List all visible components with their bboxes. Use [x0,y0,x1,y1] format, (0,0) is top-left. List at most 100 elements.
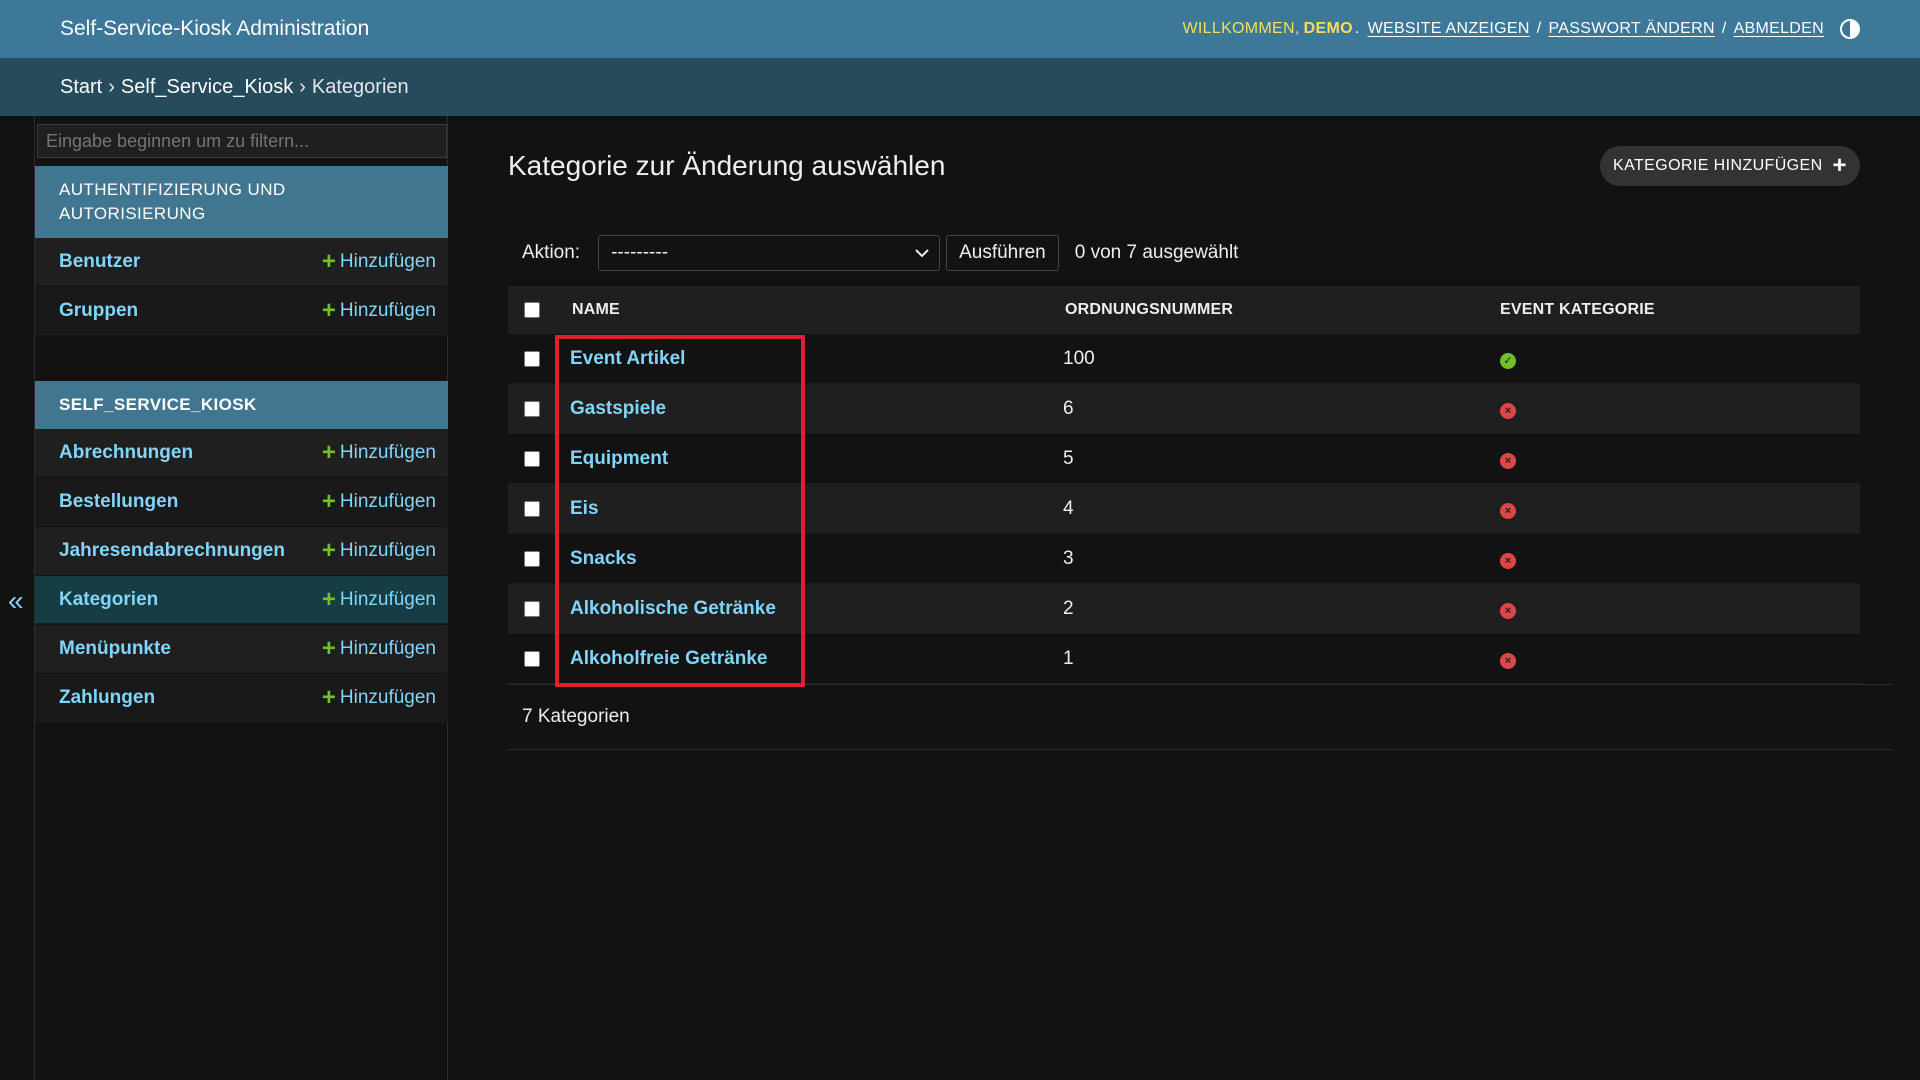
event-cell: ✓ [1500,348,1860,370]
column-header-event[interactable]: EVENT KATEGORIE [1500,301,1860,319]
breadcrumb-home[interactable]: Start [60,76,102,99]
row-checkbox[interactable] [524,400,540,417]
separator: / [1721,20,1727,37]
order-cell: 6 [1063,397,1500,420]
plus-icon: + [321,536,336,564]
sidebar-item-label[interactable]: Gruppen [59,300,138,322]
row-checkbox[interactable] [524,650,540,667]
x-circle-icon: × [1500,403,1516,419]
action-select-value: --------- [611,242,669,263]
run-action-button[interactable]: Ausführen [946,235,1059,271]
result-count: 7 Kategorien [522,706,630,727]
column-header-name[interactable]: NAME [572,301,1065,319]
row-checkbox[interactable] [524,600,540,617]
sidebar-item-label[interactable]: Bestellungen [59,491,178,513]
select-all-checkbox[interactable] [524,302,540,318]
plus-icon: + [321,438,336,466]
table-header: NAME ORDNUNGSNUMMER EVENT KATEGORIE [508,286,1860,334]
add-link-label: Hinzufügen [339,441,436,463]
sidebar-item-label[interactable]: Zahlungen [59,687,155,709]
add-link[interactable]: + Hinzufügen [321,683,436,711]
user-tools: Willkommen, DEMO . Website anzeigen / Pa… [1183,19,1860,39]
row-checkbox[interactable] [524,450,540,467]
site-title[interactable]: Self-Service-Kiosk Administration [60,17,369,40]
order-number: 2 [1063,597,1074,619]
actions-bar: Aktion: --------- Ausführen 0 von 7 ausg… [508,234,1238,272]
sidebar-item-bestellungen: Bestellungen + Hinzufügen [35,478,448,526]
sidebar-item-label[interactable]: Benutzer [59,251,140,273]
plus-icon: + [1832,152,1847,179]
x-circle-icon: × [1500,503,1516,519]
row-checkbox[interactable] [524,550,540,567]
header-check-cell [508,302,572,318]
breadcrumb-current: Kategorien [311,75,409,98]
module-caption-auth[interactable]: AUTHENTIFIZIERUNG UND AUTORISIERUNG [35,166,448,238]
x-circle-icon: × [1500,653,1516,669]
add-link[interactable]: + Hinzufügen [321,247,436,275]
order-number: 6 [1063,397,1074,419]
add-link[interactable]: + Hinzufügen [321,585,436,613]
change-password-link[interactable]: Passwort ändern [1549,20,1715,38]
add-link-label: Hinzufügen [339,299,436,321]
x-circle-icon: × [1500,603,1516,619]
sidebar-item-gruppen: Gruppen + Hinzufügen [35,287,448,335]
order-number: 1 [1063,647,1074,669]
toggle-sidebar-button[interactable]: « [8,585,24,617]
action-select[interactable]: --------- [598,235,941,271]
order-cell: 2 [1063,597,1500,620]
sidebar-item-label[interactable]: Jahresendabrechnungen [59,540,285,562]
sidebar-item-abrechnungen: Abrechnungen + Hinzufügen [35,429,448,477]
event-cell: × [1500,548,1860,570]
order-cell: 3 [1063,548,1500,570]
add-link-label: Hinzufügen [339,686,436,708]
breadcrumb: Start › Self_Service_Kiosk › Kategorien [0,58,1920,116]
row-checkbox[interactable] [524,350,540,367]
plus-icon: + [321,634,336,662]
theme-toggle-icon[interactable] [1840,19,1860,39]
event-cell: × [1500,498,1860,520]
add-link[interactable]: + Hinzufügen [322,298,436,323]
breadcrumb-app[interactable]: Self_Service_Kiosk [121,76,293,99]
welcome-dot: . [1354,20,1360,37]
sidebar-item-label[interactable]: Abrechnungen [59,442,193,464]
highlight-annotation [555,335,805,687]
branding: Self-Service-Kiosk Administration [60,17,369,41]
add-link-label: Hinzufügen [339,539,436,561]
add-link[interactable]: + Hinzufügen [321,634,436,662]
column-header-order[interactable]: ORDNUNGSNUMMER [1065,301,1500,319]
add-link[interactable]: + Hinzufügen [321,438,436,466]
sidebar-item-menupunkte: Menüpunkte + Hinzufügen [35,625,448,673]
add-link[interactable]: + Hinzufügen [321,536,436,564]
sidebar-item-label[interactable]: Kategorien [59,589,158,611]
order-cell: 1 [1063,647,1500,670]
action-label: Aktion: [522,242,581,263]
module-caption-label: SELF_SERVICE_KIOSK [59,395,257,414]
plus-icon: + [321,247,336,275]
add-category-button[interactable]: KATEGORIE HINZUFÜGEN + [1600,146,1860,186]
sidebar-item-benutzer: Benutzer + Hinzufügen [35,238,448,286]
module-caption-kiosk[interactable]: SELF_SERVICE_KIOSK [35,381,448,429]
x-circle-icon: × [1500,453,1516,469]
add-category-label: KATEGORIE HINZUFÜGEN [1613,157,1823,174]
plus-icon: + [321,683,336,711]
view-site-link[interactable]: Website anzeigen [1368,20,1530,38]
nav-filter-input[interactable] [37,124,447,158]
row-checkbox[interactable] [524,500,540,517]
breadcrumb-separator: › [299,75,306,98]
add-link[interactable]: + Hinzufügen [321,487,436,515]
selection-counter: 0 von 7 ausgewählt [1074,242,1239,263]
logout-link[interactable]: Abmelden [1734,20,1824,38]
paginator: 7 Kategorien [508,684,1892,750]
module-caption-label: AUTHENTIFIZIERUNG UND AUTORISIERUNG [59,180,286,223]
plus-icon: + [321,487,336,515]
check-circle-icon: ✓ [1500,353,1516,369]
separator: / [1536,20,1542,37]
add-link-label: Hinzufügen [339,588,436,610]
sidebar-item-label[interactable]: Menüpunkte [59,638,171,660]
plus-icon: + [321,585,336,613]
username: DEMO [1303,20,1353,37]
add-link-label: Hinzufügen [339,637,436,659]
event-cell: × [1500,398,1860,420]
add-link-label: Hinzufügen [339,250,436,272]
order-cell: 4 [1063,498,1500,520]
